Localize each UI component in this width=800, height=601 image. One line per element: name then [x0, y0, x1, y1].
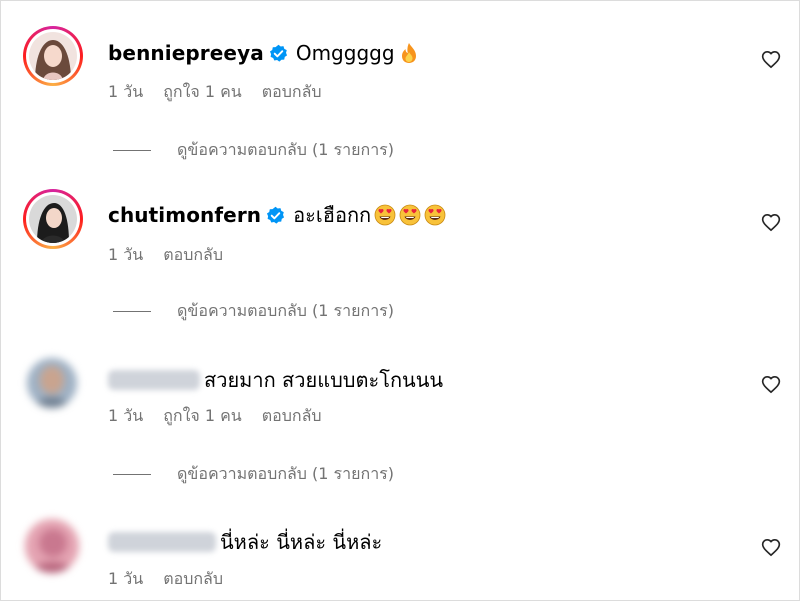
comment-time: 1 วัน: [108, 81, 144, 101]
username[interactable]: chutimonfern: [108, 203, 261, 227]
heart-outline-icon[interactable]: [761, 50, 781, 70]
comment-main-line: นี่หล่ะ นี่หล่ะ นี่หล่ะ: [108, 527, 382, 557]
view-replies-button[interactable]: ดูข้อความตอบกลับ (1 รายการ): [113, 139, 394, 161]
avatar-image: [27, 358, 77, 408]
heart-eyes-emoji: [424, 204, 446, 226]
reply-button[interactable]: ตอบกลับ: [262, 80, 322, 105]
heart-outline-icon[interactable]: [761, 213, 781, 233]
heart-outline-icon[interactable]: [761, 538, 781, 558]
divider-line: [113, 310, 151, 312]
heart-outline-icon[interactable]: [761, 375, 781, 395]
comment-meta: 1 วัน ถูกใจ 1 คน ตอบกลับ: [108, 405, 342, 427]
comment-main-line: สวยมาก สวยแบบตะโกนนน: [108, 365, 443, 395]
fire-emoji: [401, 43, 416, 63]
view-replies-label: ดูข้อความตอบกลับ (1 รายการ): [177, 300, 395, 320]
comment-meta: 1 วัน ตอบกลับ: [108, 568, 243, 590]
comment-meta: 1 วัน ตอบกลับ: [108, 244, 243, 266]
avatar-image: [25, 519, 79, 573]
username[interactable]: [108, 532, 216, 552]
comment-main-line: chutimonfern อะเฮือกก: [108, 200, 446, 230]
heart-eyes-emoji: [399, 204, 421, 226]
comment-text: อะเฮือกก: [293, 203, 372, 227]
divider-line: [113, 473, 151, 475]
comment-main-line: benniepreeya Omggggg: [108, 38, 420, 68]
avatar[interactable]: [23, 517, 83, 577]
view-replies-label: ดูข้อความตอบกลับ (1 รายการ): [177, 139, 395, 159]
avatar[interactable]: [23, 189, 83, 249]
verified-badge-icon: [267, 206, 285, 224]
comments-panel: benniepreeya Omggggg 1 วัน ถูกใจ 1 คน ตอ…: [0, 0, 800, 601]
comment-time: 1 วัน: [108, 244, 144, 264]
likes-count[interactable]: ถูกใจ 1 คน: [163, 404, 242, 429]
comment-meta: 1 วัน ถูกใจ 1 คน ตอบกลับ: [108, 81, 342, 103]
avatar-image: [29, 32, 77, 80]
comment-time: 1 วัน: [108, 568, 144, 588]
username[interactable]: [108, 370, 200, 390]
verified-badge-icon: [269, 44, 287, 62]
reply-button[interactable]: ตอบกลับ: [163, 567, 223, 592]
likes-count[interactable]: ถูกใจ 1 คน: [163, 80, 242, 105]
reply-button[interactable]: ตอบกลับ: [262, 404, 322, 429]
comment-text: สวยมาก สวยแบบตะโกนนน: [204, 368, 444, 392]
view-replies-label: ดูข้อความตอบกลับ (1 รายการ): [177, 463, 395, 483]
username[interactable]: benniepreeya: [108, 41, 264, 65]
divider-line: [113, 149, 151, 151]
heart-eyes-emoji: [374, 204, 396, 226]
view-replies-button[interactable]: ดูข้อความตอบกลับ (1 รายการ): [113, 463, 394, 485]
avatar[interactable]: [23, 26, 83, 86]
avatar[interactable]: [23, 354, 83, 414]
comment-time: 1 วัน: [108, 405, 144, 425]
reply-button[interactable]: ตอบกลับ: [163, 243, 223, 268]
avatar-image: [29, 195, 77, 243]
comment-text: นี่หล่ะ นี่หล่ะ นี่หล่ะ: [220, 530, 383, 554]
comment-text: Omggggg: [295, 41, 395, 65]
view-replies-button[interactable]: ดูข้อความตอบกลับ (1 รายการ): [113, 300, 394, 322]
